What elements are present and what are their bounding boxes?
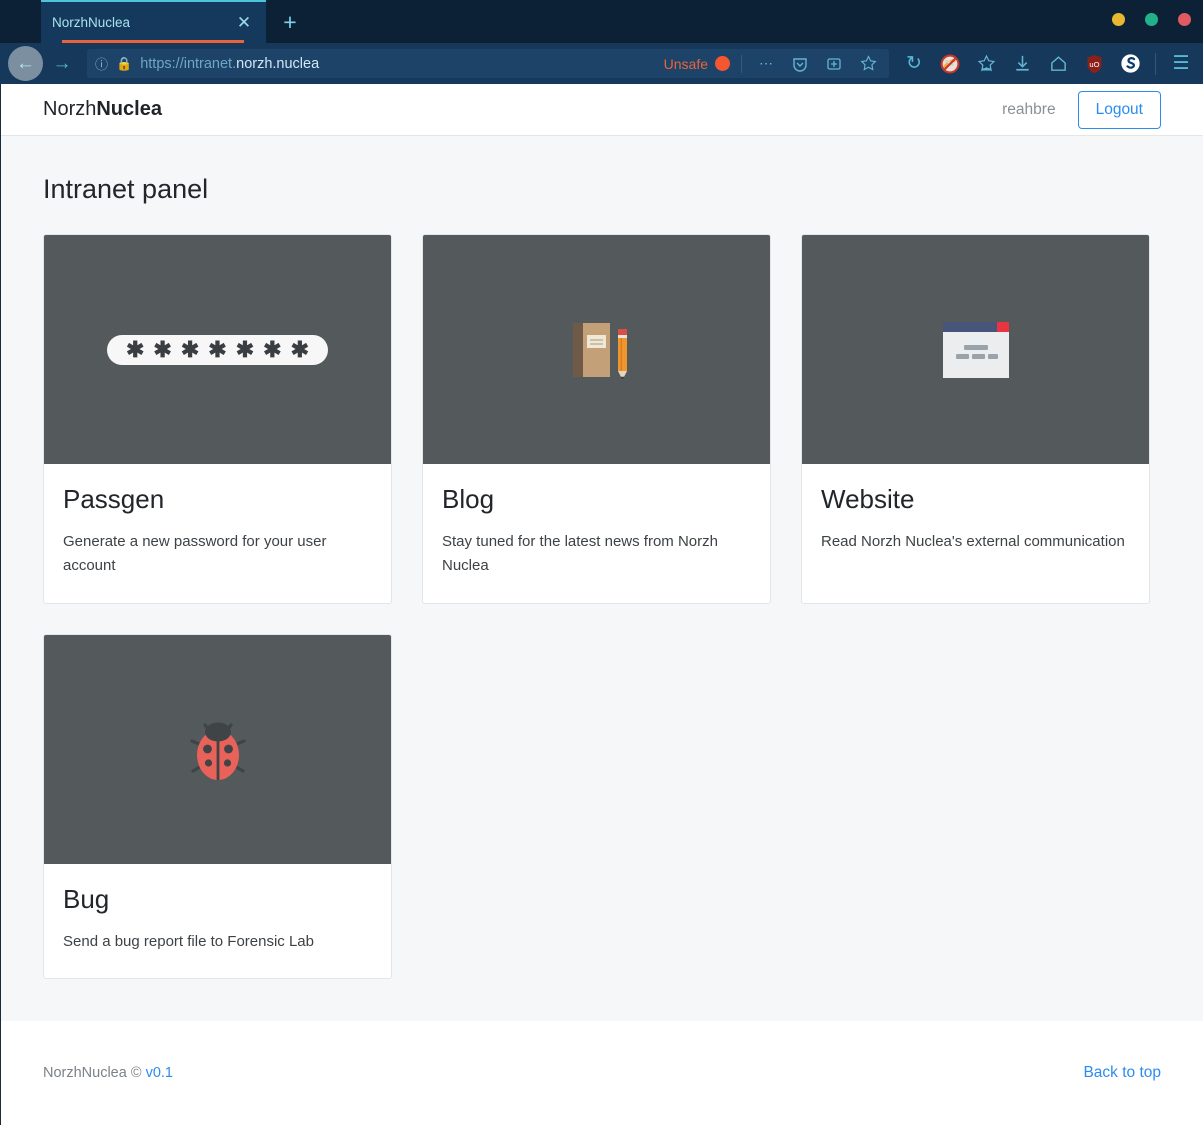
footer-copyright: NorzhNuclea © v0.1 — [43, 1065, 173, 1081]
card-bug[interactable]: Bug Send a bug report file to Forensic L… — [43, 633, 392, 979]
hamburger-menu-icon[interactable]: ☰ — [1164, 47, 1198, 81]
ublock-origin-icon[interactable]: uO — [1077, 47, 1111, 81]
version-link[interactable]: v0.1 — [146, 1065, 173, 1081]
download-icon[interactable] — [1005, 47, 1039, 81]
maximize-button[interactable] — [1145, 13, 1158, 26]
card-image — [423, 235, 770, 464]
page-footer: NorzhNuclea © v0.1 Back to top — [1, 1021, 1203, 1125]
navigation-toolbar: ← → ⓘ 🔒 https://intranet.norzh.nuclea Un… — [0, 43, 1203, 84]
browser-window: NorzhNuclea ✕ + ← → ⓘ 🔒 https://intranet… — [0, 0, 1203, 1125]
url-text: https://intranet.norzh.nuclea — [140, 55, 320, 72]
tab-strip: NorzhNuclea ✕ + — [0, 0, 1203, 43]
window-controls — [1112, 13, 1191, 26]
noscript-icon[interactable] — [933, 47, 967, 81]
card-website[interactable]: Website Read Norzh Nuclea's external com… — [801, 234, 1150, 604]
card-title: Bug — [63, 883, 110, 914]
card-body: Website Read Norzh Nuclea's external com… — [802, 464, 1149, 578]
card-text: Generate a new password for your user ac… — [63, 533, 327, 575]
card-grid: ✱ ✱ ✱ ✱ ✱ ✱ ✱ Passgen Generate a new password … — [43, 234, 1161, 979]
padlock-icon[interactable]: 🔒 — [116, 56, 132, 72]
tab-loading-underline — [62, 40, 244, 43]
card-body: Blog Stay tuned for the latest news from… — [423, 464, 770, 603]
divider — [1155, 52, 1156, 75]
copyright-text: NorzhNuclea © — [43, 1065, 142, 1081]
ellipsis-icon[interactable]: ⋯ — [753, 51, 779, 77]
close-icon[interactable]: ✕ — [228, 7, 260, 39]
card-text: Stay tuned for the latest news from Norz… — [442, 533, 718, 575]
back-to-top-link[interactable]: Back to top — [1083, 1064, 1161, 1082]
password-asterisks-icon: ✱ ✱ ✱ ✱ ✱ ✱ ✱ — [106, 334, 329, 365]
page-title: Intranet panel — [43, 174, 209, 204]
card-body: Bug Send a bug report file to Forensic L… — [44, 864, 391, 978]
svg-text:uO: uO — [1089, 59, 1099, 68]
pocket-icon[interactable] — [787, 51, 813, 77]
web-page: NorzhNuclea reahbre Logout Intranet pane… — [0, 84, 1203, 1125]
card-blog[interactable]: Blog Stay tuned for the latest news from… — [422, 234, 771, 604]
unsafe-dot-icon — [715, 56, 730, 71]
card-title: Blog — [442, 484, 495, 514]
card-image — [802, 235, 1149, 464]
reload-icon[interactable]: ↻ — [897, 47, 931, 81]
bookmark-star-icon[interactable] — [969, 47, 1003, 81]
notebook-and-pencil-icon — [572, 322, 627, 380]
card-image — [44, 634, 391, 864]
divider — [741, 54, 742, 73]
arrow-left-icon[interactable]: ← — [8, 46, 43, 81]
url-bar[interactable]: ⓘ 🔒 https://intranet.norzh.nuclea Unsafe… — [87, 49, 889, 78]
close-window-button[interactable] — [1178, 13, 1191, 26]
browser-window-icon — [942, 321, 1009, 378]
brand-light: Norzh — [43, 98, 97, 120]
screenshot-icon[interactable] — [821, 51, 847, 77]
minimize-button[interactable] — [1112, 13, 1125, 26]
info-icon[interactable]: ⓘ — [95, 54, 108, 73]
browser-tab-norzhnuclea[interactable]: NorzhNuclea ✕ — [41, 0, 266, 43]
card-title: Website — [821, 484, 915, 514]
card-body: Passgen Generate a new password for your… — [44, 464, 391, 603]
header-actions: reahbre Logout — [1002, 90, 1161, 129]
tab-title: NorzhNuclea — [52, 15, 131, 30]
card-passgen[interactable]: ✱ ✱ ✱ ✱ ✱ ✱ ✱ Passgen Generate a new password … — [43, 234, 392, 604]
ladybug-icon — [189, 722, 246, 781]
card-title: Passgen — [63, 484, 165, 514]
status-badge-unsafe: Unsafe — [664, 56, 730, 72]
arrow-right-icon[interactable]: → — [45, 47, 79, 81]
unsafe-label: Unsafe — [663, 55, 708, 72]
card-image: ✱ ✱ ✱ ✱ ✱ ✱ ✱ — [44, 235, 391, 464]
main-content: Intranet panel ✱ ✱ ✱ ✱ ✱ ✱ ✱ Passgen Generate … — [1, 136, 1203, 1021]
username-label: reahbre — [1002, 100, 1056, 118]
brand-logo[interactable]: NorzhNuclea — [43, 98, 162, 121]
star-icon[interactable] — [855, 51, 881, 77]
logout-button[interactable]: Logout — [1077, 90, 1161, 129]
brand-bold: Nuclea — [96, 98, 162, 120]
sync-icon[interactable] — [1113, 47, 1147, 81]
card-text: Send a bug report file to Forensic Lab — [63, 932, 314, 950]
site-header: NorzhNuclea reahbre Logout — [1, 84, 1203, 136]
home-icon[interactable] — [1041, 47, 1075, 81]
plus-icon[interactable]: + — [273, 5, 307, 39]
card-text: Read Norzh Nuclea's external communicati… — [821, 533, 1125, 550]
